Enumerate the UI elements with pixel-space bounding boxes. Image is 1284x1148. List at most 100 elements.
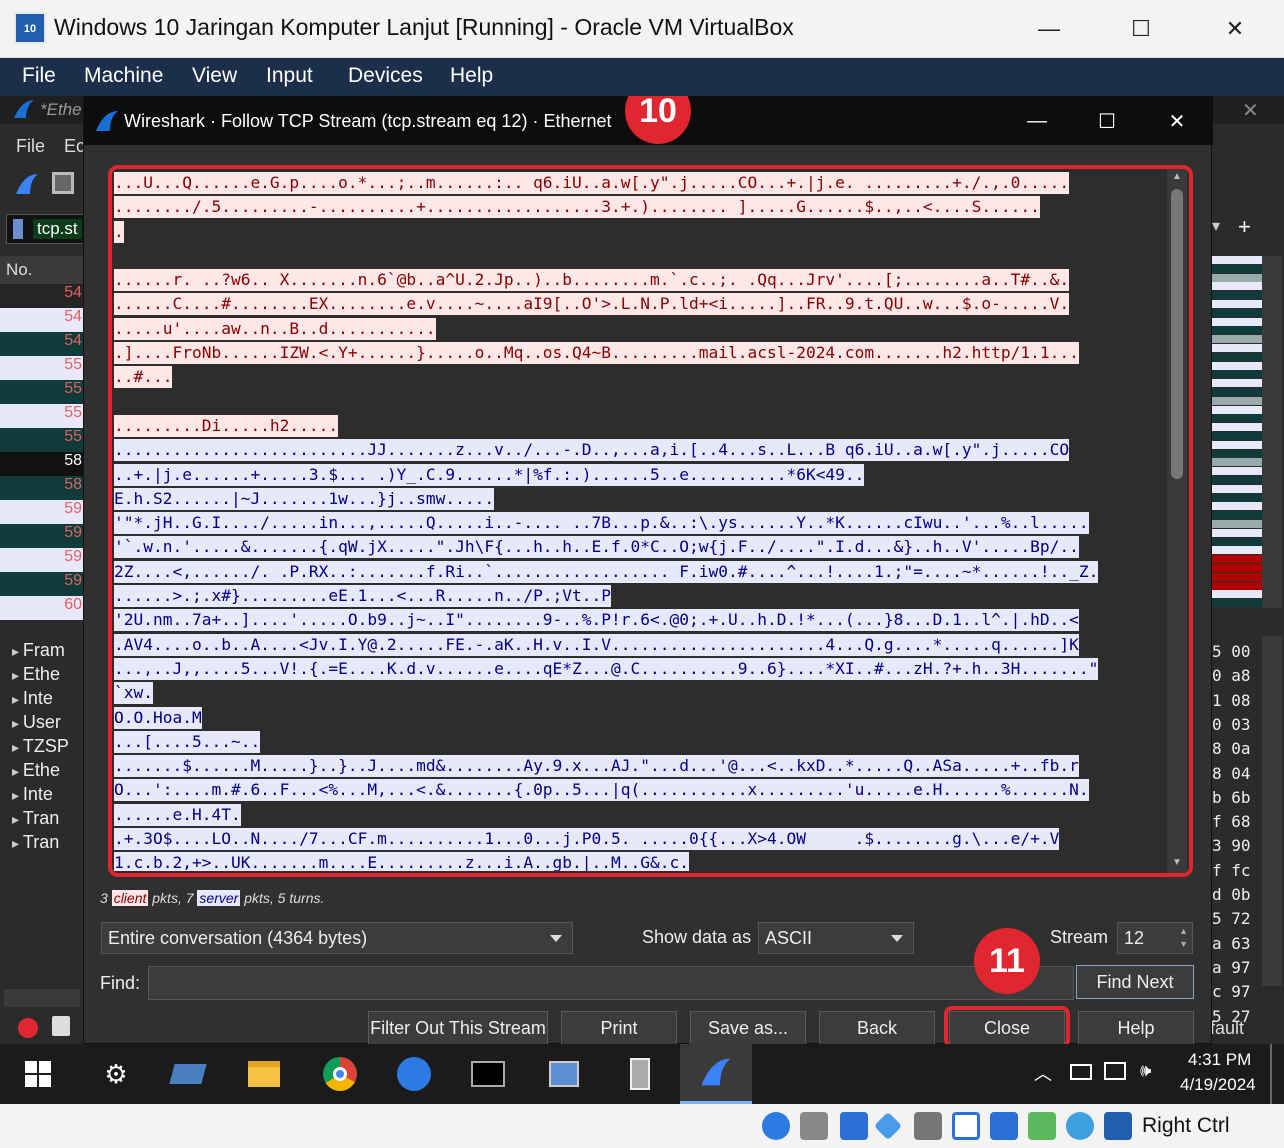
add-filter-button[interactable]: + [1238, 214, 1258, 242]
start-button[interactable] [18, 1054, 58, 1094]
hex-bytes-row[interactable]: b 6b [1212, 788, 1268, 812]
server-stream-line[interactable]: .+.3O$....LO..N..../7...CF.m..........1.… [114, 827, 1169, 851]
show-desktop-button[interactable] [1270, 1044, 1272, 1104]
client-stream-line[interactable]: .........Di.....h2..... [114, 414, 1169, 438]
stop-capture-icon[interactable] [52, 172, 74, 194]
wireshark-main-close-icon[interactable]: ✕ [1242, 98, 1259, 123]
server-tool-icon[interactable] [620, 1054, 660, 1094]
wireshark-app-icon[interactable] [394, 1054, 434, 1094]
packet-row[interactable]: 54 [0, 308, 84, 332]
profile-label[interactable]: fault [1210, 1018, 1244, 1039]
chrome-icon[interactable] [320, 1054, 360, 1094]
hex-bytes-row[interactable]: 8 0a [1212, 739, 1268, 763]
client-stream-line[interactable]: .]....FroNb......IZW.<.Y+......}.....o..… [114, 341, 1169, 365]
expand-arrow-icon[interactable]: ▸ [12, 643, 23, 659]
packet-row[interactable]: 59 [0, 548, 84, 572]
packet-row[interactable]: 55 [0, 356, 84, 380]
expand-arrow-icon[interactable]: ▸ [12, 811, 23, 827]
client-stream-line[interactable]: ......r. ..?w6.. X.......n.6`@b..a^U.2.J… [114, 268, 1169, 292]
server-stream-line[interactable]: '"*.jH..G.I..../.....in...,.....Q.....i.… [114, 511, 1169, 535]
expand-arrow-icon[interactable]: ▸ [12, 667, 23, 683]
recording-icon[interactable] [990, 1112, 1018, 1140]
details-tree-item[interactable]: ▸ User [0, 712, 84, 736]
settings-gear-icon[interactable]: ⚙ [96, 1054, 136, 1094]
details-tree-item[interactable]: ▸ TZSP [0, 736, 84, 760]
clock-time[interactable]: 4:31 PM [1188, 1050, 1251, 1070]
client-stream-line[interactable]: . [114, 220, 1169, 244]
server-stream-line[interactable]: ...[....5...~.. [114, 730, 1169, 754]
capture-comment-icon[interactable] [52, 1016, 70, 1036]
packet-row[interactable]: 54 [0, 332, 84, 356]
command-prompt-icon[interactable] [468, 1054, 508, 1094]
wireshark-menu-edit[interactable]: Ec [64, 136, 85, 157]
details-tree-item[interactable]: ▸ Inte [0, 784, 84, 808]
filter-dropdown-icon[interactable]: ▾ [1212, 216, 1232, 244]
packet-row[interactable]: 55 [0, 404, 84, 428]
client-stream-line[interactable]: ......C....#........EX........e.v....~..… [114, 292, 1169, 316]
packet-row[interactable]: 59 [0, 572, 84, 596]
packet-row[interactable]: 54 [0, 284, 84, 308]
packet-list-scrollbar[interactable] [1262, 256, 1282, 608]
server-stream-line[interactable]: '`.w.n.'.....&.......{.qW.jX.....".Jh\F{… [114, 535, 1169, 559]
volume-icon[interactable]: 🕪 [1140, 1060, 1151, 1081]
details-horizontal-scrollbar[interactable] [4, 989, 80, 1007]
client-stream-line[interactable]: ...U...Q......e.G.p....o.*...;..m......:… [114, 171, 1169, 195]
find-next-button[interactable]: Find Next [1076, 965, 1194, 999]
bookmark-icon[interactable] [13, 219, 23, 239]
menu-help[interactable]: Help [450, 64, 493, 88]
hex-bytes-row[interactable]: 0 a8 [1212, 666, 1268, 690]
details-tree-item[interactable]: ▸ Tran [0, 808, 84, 832]
dialog-minimize-button[interactable]: — [1002, 97, 1072, 145]
dialog-close-button[interactable]: ✕ [1142, 97, 1212, 145]
expand-arrow-icon[interactable]: ▸ [12, 691, 23, 707]
details-tree-item[interactable]: ▸ Ethe [0, 760, 84, 784]
hex-bytes-row[interactable]: c 97 [1212, 982, 1268, 1006]
server-stream-line[interactable]: .AV4....o..b..A....<Jv.I.Y@.2.....FE.-.a… [114, 633, 1169, 657]
conversation-select[interactable]: Entire conversation (4364 bytes) [101, 922, 573, 954]
client-stream-line[interactable]: ......../.5.........-..........+........… [114, 195, 1169, 219]
server-stream-line[interactable]: '2U.nm..7a+..]....'.....O.b9..j~..I"....… [114, 608, 1169, 632]
packet-list-column-header[interactable]: No. [0, 256, 84, 284]
network-adapter-icon[interactable] [840, 1112, 868, 1140]
hex-bytes-row[interactable]: 0 03 [1212, 715, 1268, 739]
chevron-up-icon[interactable]: ︿ [1034, 1060, 1052, 1086]
packet-row[interactable]: 60 [0, 596, 84, 620]
server-stream-line[interactable]: ...,..J,,....5...V!.{.=E....K.d.v......e… [114, 657, 1169, 681]
stream-text[interactable]: ...U...Q......e.G.p....o.*...;..m......:… [114, 171, 1169, 871]
clock-date[interactable]: 4/19/2024 [1180, 1075, 1256, 1095]
hex-bytes-row[interactable]: d 0b [1212, 885, 1268, 909]
stream-number-spinbox[interactable]: 12 ▲ ▼ [1117, 922, 1193, 954]
cpu-activity-icon[interactable] [1028, 1112, 1056, 1140]
battery-icon[interactable] [1070, 1064, 1092, 1080]
client-stream-line[interactable]: .....u'....aw..n..B..d........... [114, 317, 1169, 341]
expand-arrow-icon[interactable]: ▸ [12, 835, 23, 851]
shared-folders-icon[interactable] [914, 1112, 942, 1140]
server-stream-line[interactable]: .......$......M.....}..}..J....md&......… [114, 754, 1169, 778]
server-stream-line[interactable]: E.h.S2......|~J.......1w...}j..smw..... [114, 487, 1169, 511]
optical-drive-icon[interactable] [800, 1112, 828, 1140]
find-input[interactable] [148, 966, 1074, 1000]
hex-bytes-row[interactable]: 1 08 [1212, 691, 1268, 715]
show-data-as-select[interactable]: ASCII [758, 922, 914, 954]
start-capture-icon[interactable] [14, 172, 40, 196]
packet-row[interactable]: 58 [0, 452, 84, 476]
stream-vertical-scrollbar[interactable]: ▲ ▼ [1167, 169, 1187, 873]
file-explorer-icon[interactable] [244, 1054, 284, 1094]
print-button[interactable]: Print [561, 1011, 677, 1044]
packet-row[interactable]: 55 [0, 380, 84, 404]
network-card-icon[interactable] [168, 1054, 208, 1094]
menu-file[interactable]: File [22, 64, 56, 88]
hex-bytes-row[interactable]: a 63 [1212, 934, 1268, 958]
packet-row[interactable]: 59 [0, 500, 84, 524]
server-stream-line[interactable]: ......>.;.x#}.........eE.1...<...R.....n… [114, 584, 1169, 608]
spin-arrows-icon[interactable]: ▲ ▼ [1179, 925, 1188, 951]
usb-icon[interactable] [873, 1111, 903, 1141]
client-stream-line[interactable]: ..#... [114, 365, 1169, 389]
client-stream-line[interactable] [114, 390, 1169, 414]
hex-bytes-row[interactable]: 8 04 [1212, 764, 1268, 788]
details-tree-item[interactable]: ▸ Fram [0, 640, 84, 664]
hex-bytes-row[interactable]: f fc [1212, 861, 1268, 885]
expand-arrow-icon[interactable]: ▸ [12, 739, 23, 755]
hex-bytes-row[interactable]: 5 00 [1212, 642, 1268, 666]
details-tree-item[interactable]: ▸ Inte [0, 688, 84, 712]
